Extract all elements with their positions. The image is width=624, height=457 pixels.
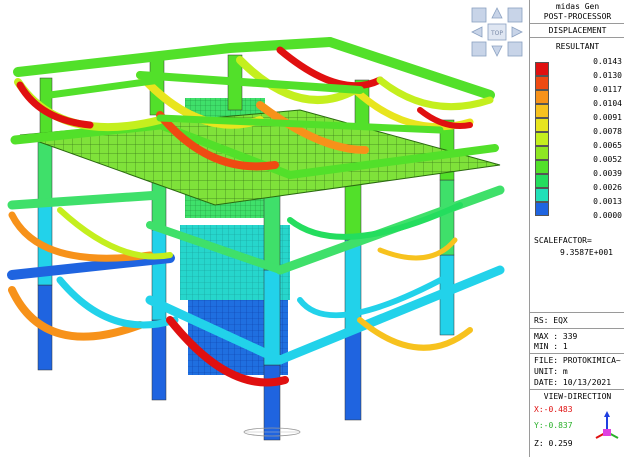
legend-swatch: [535, 104, 549, 118]
legend-level: 0.0130: [593, 71, 622, 80]
legend-level: 0.0065: [593, 141, 622, 150]
view-sw-arrow-icon[interactable]: [471, 41, 487, 57]
view-left-arrow-icon[interactable]: [471, 26, 483, 38]
legend-level: 0.0052: [593, 155, 622, 164]
legend-swatch: [535, 62, 549, 76]
legend-swatch: [535, 76, 549, 90]
max-node: MAX : 339: [534, 332, 578, 341]
legend-level: 0.0000: [593, 211, 622, 220]
legend-swatch: [535, 90, 549, 104]
legend-swatch: [535, 188, 549, 202]
view-down-arrow-icon[interactable]: [491, 45, 503, 57]
legend-level: 0.0078: [593, 127, 622, 136]
divider: [530, 389, 624, 390]
scale-factor-label: SCALEFACTOR=: [534, 236, 592, 245]
divider: [530, 23, 624, 24]
result-type: DISPLACEMENT: [548, 26, 607, 35]
module-name: POST-PROCESSOR: [543, 12, 612, 21]
view-ne-arrow-icon[interactable]: [507, 7, 523, 23]
view-right-arrow-icon[interactable]: [511, 26, 523, 38]
divider: [530, 312, 624, 313]
legend-level: 0.0143: [593, 57, 622, 66]
legend-level: 0.0013: [593, 197, 622, 206]
legend-level: 0.0039: [593, 169, 622, 178]
legend-level: 0.0091: [593, 113, 622, 122]
scale-factor-value: 9.3587E+001: [560, 248, 613, 257]
model-viewport[interactable]: TOP: [0, 0, 528, 457]
unit: UNIT: m: [534, 367, 568, 376]
structure-contour-view[interactable]: [0, 0, 528, 457]
program-name: midas Gen: [555, 2, 600, 11]
view-cube[interactable]: TOP: [470, 6, 524, 58]
legend-swatch: [535, 160, 549, 174]
view-z: Z: 0.259: [534, 439, 573, 448]
file-name: FILE: PROTOKIMICA~: [534, 356, 621, 365]
results-panel: midas Gen POST-PROCESSOR DISPLACEMENT RE…: [529, 0, 624, 457]
legend-swatch: [535, 202, 549, 216]
date: DATE: 10/13/2021: [534, 378, 612, 387]
view-y: Y:-0.837: [534, 421, 573, 430]
legend-swatch: [535, 132, 549, 146]
min-node: MIN : 1: [534, 342, 568, 351]
view-direction-title: VIEW-DIRECTION: [543, 392, 612, 401]
legend-swatch: [535, 146, 549, 160]
divider: [530, 328, 624, 329]
legend-level: 0.0117: [593, 85, 622, 94]
view-cube-label: TOP: [490, 30, 503, 37]
legend-level: 0.0104: [593, 99, 622, 108]
load-case: RS: EQX: [534, 316, 568, 325]
view-up-arrow-icon[interactable]: [491, 7, 503, 19]
divider: [530, 37, 624, 38]
legend-level: 0.0026: [593, 183, 622, 192]
legend-swatch: [535, 118, 549, 132]
view-x: X:-0.483: [534, 405, 573, 414]
view-nw-arrow-icon[interactable]: [471, 7, 487, 23]
divider: [530, 353, 624, 354]
view-se-arrow-icon[interactable]: [507, 41, 523, 57]
axis-triad-icon: [595, 411, 619, 439]
result-component: RESULTANT: [555, 42, 600, 51]
legend-swatch: [535, 174, 549, 188]
